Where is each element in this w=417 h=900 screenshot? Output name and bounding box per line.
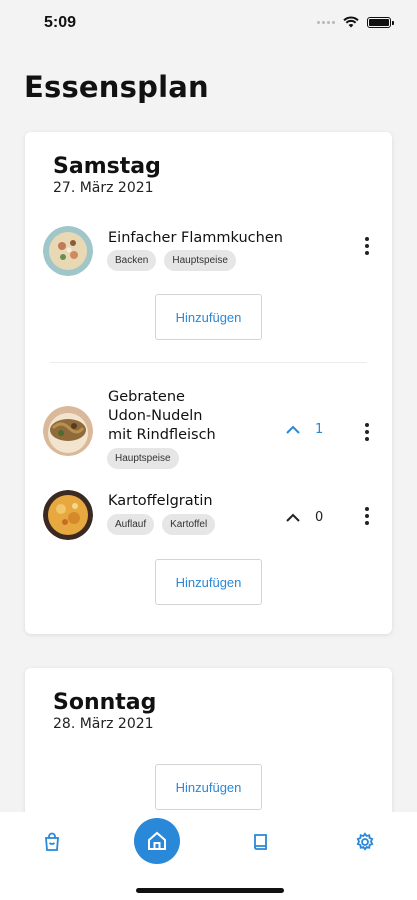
meal-tags: Auflauf Kartoffel <box>107 514 216 535</box>
meal-row-udon[interactable]: Gebratene Udon-Nudeln mit Rindfleisch Ha… <box>43 388 378 469</box>
meal-row-kartoffelgratin[interactable]: Kartoffelgratin Auflauf Kartoffel 0 <box>43 490 378 542</box>
meal-tags: Hauptspeise <box>107 448 179 469</box>
meal-name: Gebratene Udon-Nudeln mit Rindfleisch <box>108 388 216 445</box>
home-icon[interactable] <box>134 818 180 864</box>
book-icon[interactable] <box>249 830 273 854</box>
battery-icon <box>367 16 394 28</box>
tag: Auflauf <box>107 514 155 535</box>
upvote-chevron-icon[interactable] <box>285 513 301 523</box>
add-meal-button[interactable]: Hinzufügen <box>155 294 262 340</box>
meal-image-kartoffelgratin <box>43 490 93 540</box>
tag: Hauptspeise <box>107 448 179 469</box>
tag: Kartoffel <box>162 514 216 535</box>
day-name: Samstag <box>53 154 161 179</box>
page-title: Essensplan <box>24 70 209 104</box>
home-indicator <box>136 888 284 893</box>
meal-name-line: Udon-Nudeln <box>108 408 203 424</box>
meal-name: Einfacher Flammkuchen <box>108 230 283 246</box>
gear-icon[interactable] <box>353 830 377 854</box>
vote-count: 1 <box>315 422 324 437</box>
vote-control: 0 <box>285 510 323 525</box>
meal-name-line: mit Rindfleisch <box>108 427 216 443</box>
day-date: 27. März 2021 <box>53 180 154 196</box>
status-icons <box>317 16 394 28</box>
cellular-signal-icon <box>317 20 335 24</box>
day-name: Sonntag <box>53 690 157 715</box>
status-time: 5:09 <box>44 14 77 31</box>
add-meal-button[interactable]: Hinzufügen <box>155 559 262 605</box>
day-card-samstag: Samstag 27. März 2021 Einfacher Flammkuc… <box>25 132 392 634</box>
tag: Backen <box>107 250 157 271</box>
wifi-icon <box>343 16 359 28</box>
meal-name: Kartoffelgratin <box>108 493 213 509</box>
tag: Hauptspeise <box>164 250 236 271</box>
day-date: 28. März 2021 <box>53 716 154 732</box>
divider <box>50 362 367 363</box>
bottom-navigation <box>0 812 417 900</box>
more-options-icon[interactable] <box>356 235 378 257</box>
meal-tags: Backen Hauptspeise <box>107 250 236 271</box>
meal-name-line: Gebratene <box>108 389 185 405</box>
more-options-icon[interactable] <box>356 421 378 443</box>
more-options-icon[interactable] <box>356 505 378 527</box>
status-bar: 5:09 <box>0 0 417 48</box>
meal-row-flammkuchen[interactable]: Einfacher Flammkuchen Backen Hauptspeise <box>43 226 378 278</box>
meal-image-flammkuchen <box>43 226 93 276</box>
vote-control: 1 <box>285 422 323 437</box>
upvote-chevron-icon[interactable] <box>285 425 301 435</box>
day-card-sonntag: Sonntag 28. März 2021 Hinzufügen <box>25 668 392 828</box>
add-meal-button[interactable]: Hinzufügen <box>155 764 262 810</box>
shopping-bag-icon[interactable] <box>40 830 64 854</box>
meal-image-udon <box>43 406 93 456</box>
vote-count: 0 <box>315 510 324 525</box>
